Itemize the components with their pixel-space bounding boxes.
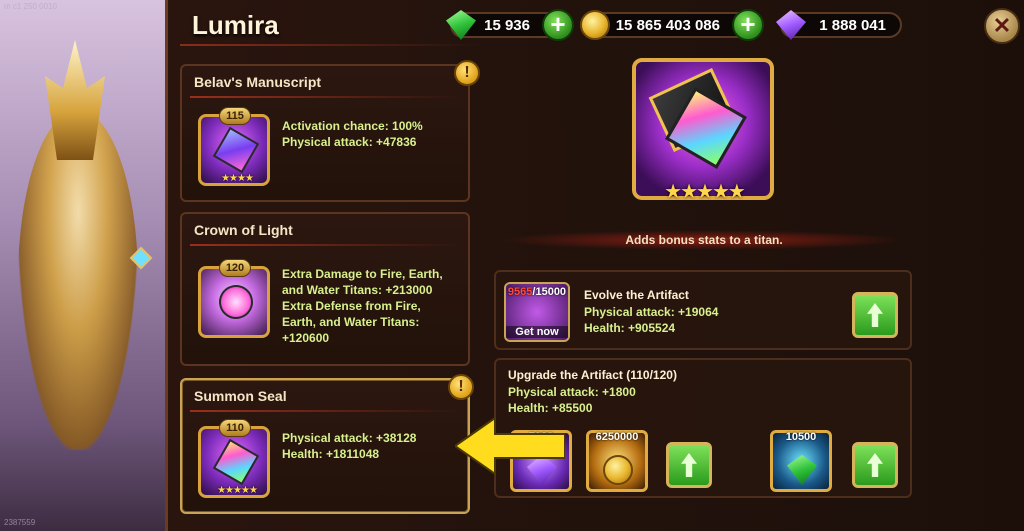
artifact-card-title: Crown of Light — [194, 222, 293, 238]
upgrade-stat: Health: +85500 — [508, 401, 593, 415]
add-gold-button[interactable]: + — [732, 9, 764, 41]
artifact-level-badge: 120 — [219, 259, 251, 277]
artifact-card-summon-seal[interactable]: Summon Seal ! 110 ★★★★★ Physical attack:… — [180, 374, 474, 514]
artifact-stat: and Water Titans: +213000 — [282, 283, 433, 297]
artifact-stat: +120600 — [282, 331, 330, 345]
cost-count: 6250000 — [595, 431, 639, 443]
fragment-need: /15000 — [532, 286, 567, 298]
gold-coin-icon — [580, 10, 610, 40]
evolve-section: 9565/15000 Get now Evolve the Artifact P… — [494, 270, 912, 350]
artifact-stat: Physical attack: +38128 — [282, 431, 417, 445]
artifact-level-badge: 115 — [219, 107, 251, 125]
emerald-icon — [787, 455, 817, 485]
fragment-have: 9565 — [507, 286, 533, 298]
corner-debug-text: m c1 250 0010 — [4, 2, 57, 11]
hero-armor — [18, 110, 138, 450]
evolve-fragment-slot[interactable]: 9565/15000 Get now — [504, 282, 570, 342]
upgrade-with-gold-button[interactable] — [666, 442, 712, 488]
upgrade-cost-gold: 6250000 — [586, 430, 648, 492]
evolve-button[interactable] — [852, 292, 898, 338]
title-divider — [180, 44, 480, 46]
evolve-title: Evolve the Artifact — [584, 288, 689, 302]
artifact-description: Adds bonus stats to a titan. — [500, 230, 908, 250]
gold-coin-icon — [603, 455, 633, 485]
hero-title: Lumira — [192, 10, 279, 40]
emerald-value: 15 936 — [484, 16, 530, 34]
artifact-stat: Activation chance: 100% — [282, 119, 423, 133]
hero-portrait — [0, 0, 175, 531]
seal-artifact-icon: 110 ★★★★★ — [198, 419, 270, 498]
evolve-stat: Physical attack: +19064 — [584, 305, 719, 319]
annotation-arrow-icon — [455, 416, 565, 476]
currency-emerald: 15 936 + — [446, 9, 574, 41]
artifact-stars: ★★★★ — [221, 173, 254, 184]
artifact-stat: Earth, and Water Titans: — [282, 315, 420, 329]
upgrade-cost-emerald: 10500 — [770, 430, 832, 492]
add-emerald-button[interactable]: + — [542, 9, 574, 41]
crystal-value: 1 888 041 — [819, 16, 886, 34]
book-artifact-icon: 115 ★★★★ — [198, 107, 270, 186]
seal-core — [212, 438, 260, 486]
book-core — [212, 126, 260, 174]
upgrade-stat: Physical attack: +1800 — [508, 385, 636, 399]
cost-count: 10500 — [785, 431, 817, 443]
artifact-stat: Physical attack: +47836 — [282, 135, 417, 149]
currency-crystal: 1 888 041 — [776, 10, 902, 40]
artifact-level-badge: 110 — [219, 419, 251, 437]
evolve-stat: Health: +905524 — [584, 321, 676, 335]
selected-artifact-stars: ★★★★★ — [664, 181, 746, 203]
gold-value: 15 865 403 086 — [615, 16, 720, 34]
card-divider — [190, 96, 460, 98]
artifact-stat: Health: +1811048 — [282, 447, 380, 461]
card-divider — [190, 410, 460, 412]
orb-core — [212, 278, 260, 326]
fragment-count: 9565/15000 — [506, 286, 568, 298]
artifact-stat: Extra Damage to Fire, Earth, — [282, 267, 443, 281]
artifact-card-crown-of-light[interactable]: Crown of Light 120 Extra Damage to Fire,… — [180, 212, 470, 366]
artifact-card-title: Belav's Manuscript — [194, 74, 322, 90]
currency-gold: 15 865 403 086 + — [580, 9, 764, 41]
corner-id-text: 2387559 — [4, 518, 36, 527]
crown-artifact-icon: 120 — [198, 259, 270, 338]
upgrade-with-emerald-button[interactable] — [852, 442, 898, 488]
close-button[interactable]: ✕ — [984, 8, 1020, 44]
upgrade-title: Upgrade the Artifact (110/120) — [508, 368, 677, 382]
alert-icon: ! — [454, 60, 480, 86]
artifact-stat: Extra Defense from Fire, — [282, 299, 421, 313]
card-divider — [190, 244, 460, 246]
get-now-label[interactable]: Get now — [506, 326, 568, 338]
artifact-stars: ★★★★★ — [217, 485, 258, 496]
alert-icon: ! — [448, 374, 474, 400]
artifact-card-belavs-manuscript[interactable]: Belav's Manuscript ! 115 ★★★★ Activation… — [180, 60, 480, 202]
selected-artifact-icon: ★★★★★ — [632, 58, 774, 203]
artifact-card-title: Summon Seal — [194, 388, 287, 404]
